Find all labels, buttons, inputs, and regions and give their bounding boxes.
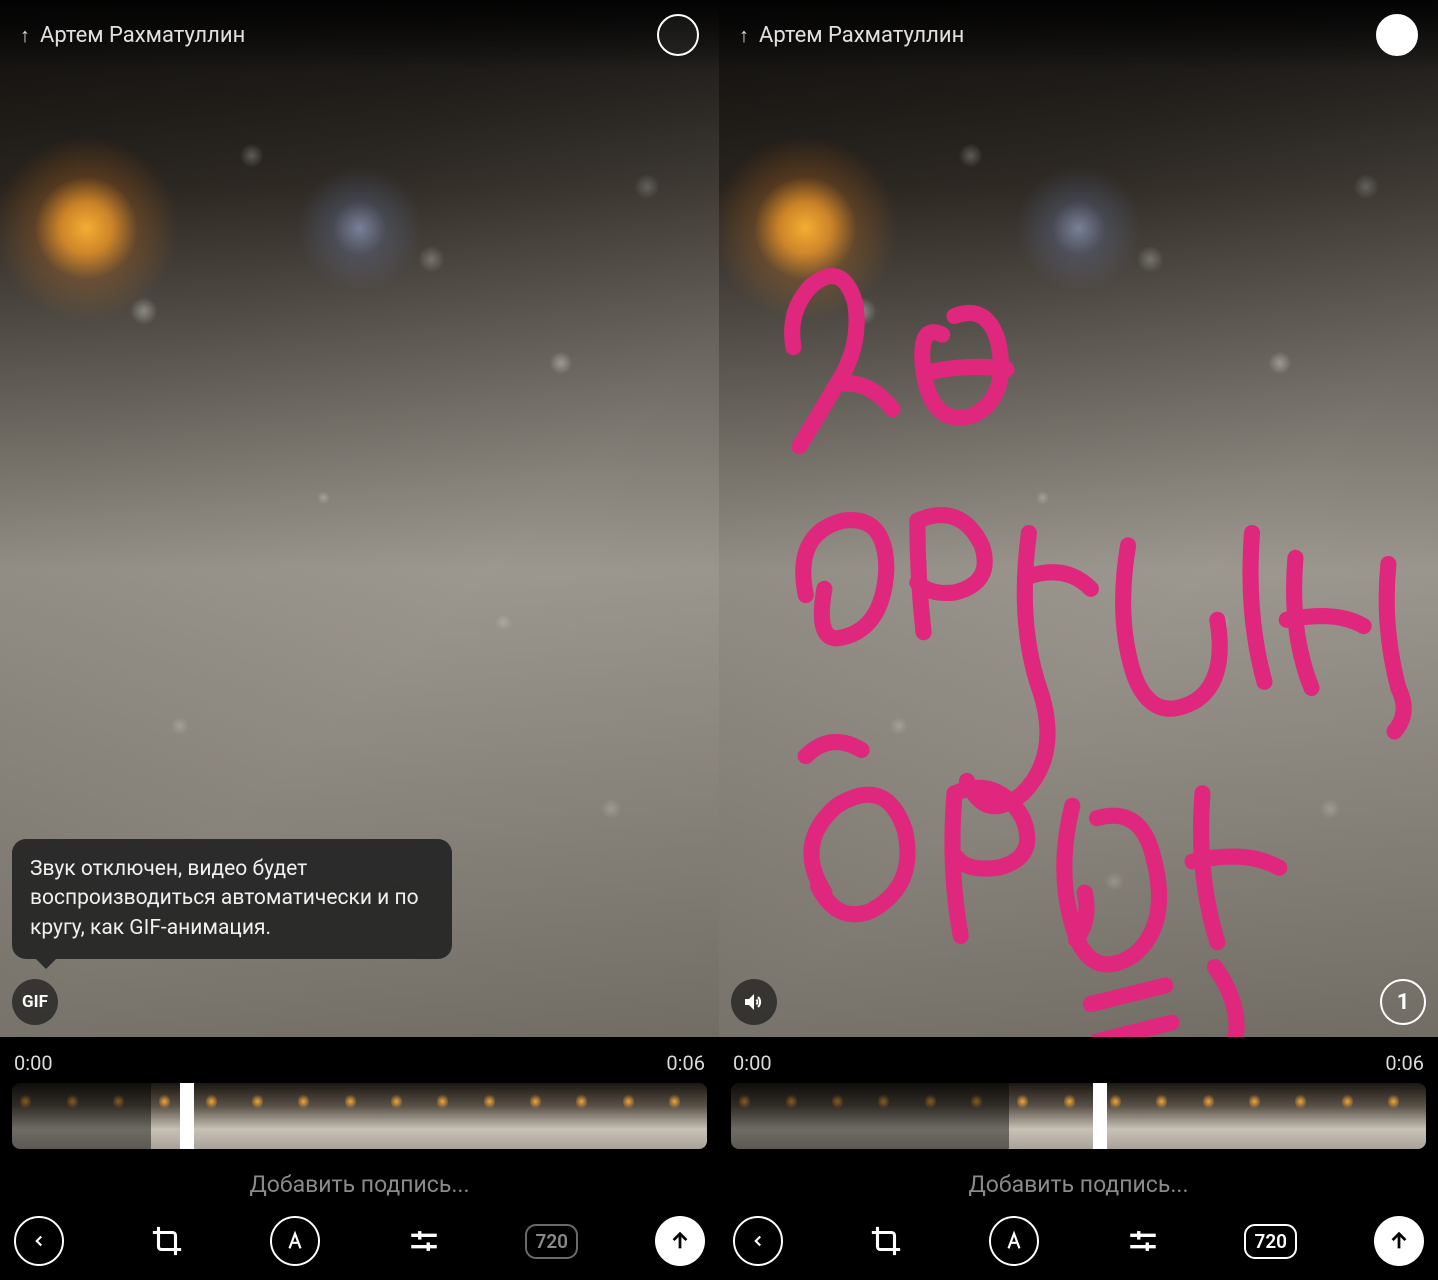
back-button[interactable] [733,1216,783,1266]
screen-left: ↑ Артем Рахматуллин Звук отключен, видео… [0,0,719,1280]
video-preview[interactable]: 1 [719,0,1438,1037]
sliders-icon [407,1224,441,1258]
recipient-name: Артем Рахматуллин [759,23,964,48]
timeline-frame [475,1083,521,1149]
timeline-frame [12,1083,58,1149]
caption-placeholder: Добавить подпись... [968,1171,1188,1198]
quality-button[interactable]: 720 [527,1216,577,1266]
video-preview[interactable]: Звук отключен, видео будет воспроизводит… [0,0,719,1037]
chevron-left-icon [749,1232,767,1250]
trim-handle[interactable] [1093,1083,1107,1149]
time-start: 0:00 [733,1051,772,1075]
time-end: 0:06 [666,1051,705,1075]
timeline-frame [614,1083,660,1149]
timeline-frame [244,1083,290,1149]
caption-placeholder: Добавить подпись... [249,1171,469,1198]
timeline-frame [1194,1083,1240,1149]
back-button[interactable] [14,1216,64,1266]
crop-icon [869,1224,903,1258]
timeline-frame [661,1083,707,1149]
tooltip-text: Звук отключен, видео будет воспроизводит… [30,857,419,940]
timeline-frame [105,1083,151,1149]
trim-handle[interactable] [180,1083,194,1149]
adjust-button[interactable] [399,1216,449,1266]
header: ↑ Артем Рахматуллин [719,0,1438,70]
send-button[interactable] [1374,1216,1424,1266]
arrow-up-icon: ↑ [20,23,30,48]
timeline-frame [336,1083,382,1149]
gif-tooltip: Звук отключен, видео будет воспроизводит… [12,839,452,959]
sound-button[interactable] [731,979,777,1025]
caption-input[interactable]: Добавить подпись... [12,1149,707,1210]
chevron-left-icon [30,1232,48,1250]
timeline-frame [1333,1083,1379,1149]
screen-right: ↑ Артем Рахматуллин [719,0,1438,1280]
send-button[interactable] [655,1216,705,1266]
timeline-frame [824,1083,870,1149]
media-count: 1 [1397,990,1410,1015]
timeline-frame [916,1083,962,1149]
gif-mode-button[interactable]: GIF [12,979,58,1025]
timeline-frame [1241,1083,1287,1149]
sliders-icon [1126,1224,1160,1258]
arrow-up-icon [669,1230,691,1252]
speaker-icon [742,990,766,1014]
crop-button[interactable] [861,1216,911,1266]
adjust-button[interactable] [1118,1216,1168,1266]
crop-button[interactable] [142,1216,192,1266]
timeline-frame [522,1083,568,1149]
drawing-overlay [719,0,1438,1037]
footer: 0:00 0:06 Добавить подпись... [719,1037,1438,1280]
media-count-button[interactable]: 1 [1380,979,1426,1025]
time-end: 0:06 [1385,1051,1424,1075]
video-timeline[interactable] [731,1083,1426,1149]
avatar[interactable] [657,14,699,56]
timeline-frame [58,1083,104,1149]
video-timeline[interactable] [12,1083,707,1149]
quality-label: 720 [1244,1224,1297,1259]
caption-input[interactable]: Добавить подпись... [731,1149,1426,1210]
quality-label: 720 [525,1224,578,1259]
arrow-up-icon [1388,1230,1410,1252]
recipient-chip[interactable]: ↑ Артем Рахматуллин [20,23,245,48]
timeline-frame [1287,1083,1333,1149]
avatar[interactable] [1376,14,1418,56]
timeline-frame [1009,1083,1055,1149]
timeline-frame [383,1083,429,1149]
preview-actions: 1 [731,979,1426,1025]
arrow-up-icon: ↑ [739,23,749,48]
preview-actions: GIF [12,979,707,1025]
time-row: 0:00 0:06 [12,1047,707,1083]
recipient-name: Артем Рахматуллин [40,23,245,48]
time-start: 0:00 [14,1051,53,1075]
time-row: 0:00 0:06 [731,1047,1426,1083]
timeline-frame [870,1083,916,1149]
text-a-icon [284,1230,306,1252]
timeline-frame [1148,1083,1194,1149]
timeline-frame [429,1083,475,1149]
gif-label: GIF [22,992,48,1012]
timeline-frame [568,1083,614,1149]
timeline-frame [731,1083,777,1149]
header: ↑ Артем Рахматуллин [0,0,719,70]
text-button[interactable] [270,1216,320,1266]
timeline-frame [1102,1083,1148,1149]
recipient-chip[interactable]: ↑ Артем Рахматуллин [739,23,964,48]
quality-button[interactable]: 720 [1246,1216,1296,1266]
timeline-frame [1380,1083,1426,1149]
toolbar: 720 [12,1210,707,1266]
toolbar: 720 [731,1210,1426,1266]
text-button[interactable] [989,1216,1039,1266]
timeline-frame [197,1083,243,1149]
timeline-frame [777,1083,823,1149]
timeline-frame [963,1083,1009,1149]
crop-icon [150,1224,184,1258]
footer: 0:00 0:06 Добавить подпись... [0,1037,719,1280]
timeline-frame [290,1083,336,1149]
text-a-icon [1003,1230,1025,1252]
